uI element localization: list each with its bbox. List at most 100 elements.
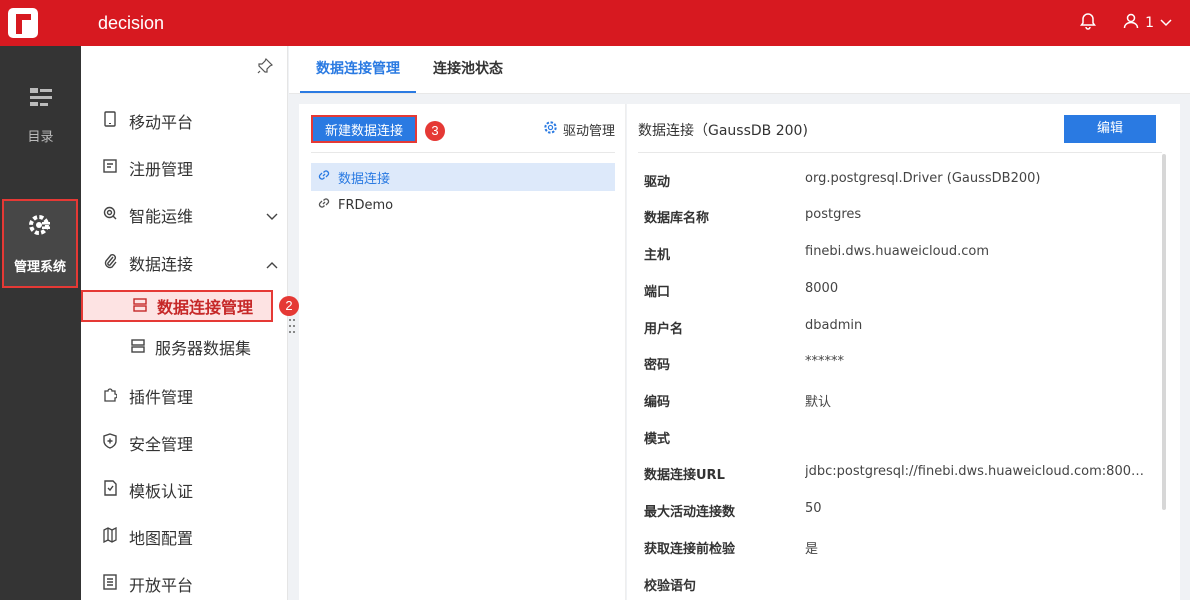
- shield-icon: [103, 433, 117, 453]
- menu-item-label: 安全管理: [129, 435, 194, 454]
- field-key: 用户名: [644, 322, 684, 337]
- menu-item-map-config[interactable]: 地图配置: [103, 522, 278, 552]
- app-title: decision: [98, 12, 165, 33]
- menu-item-label: 地图配置: [129, 529, 194, 548]
- field-row: 用户名 dbadmin: [644, 318, 1154, 338]
- menu-item-label: 插件管理: [129, 388, 194, 407]
- connection-label: 数据连接: [338, 171, 391, 187]
- menu-item-data-connection[interactable]: 数据连接: [103, 248, 278, 278]
- menu-item-register[interactable]: 注册管理: [103, 153, 278, 183]
- tab-data-connection-management[interactable]: 数据连接管理: [300, 46, 416, 93]
- field-value: finebi.dws.huaweicloud.com: [805, 244, 989, 259]
- menu-item-ops[interactable]: 智能运维: [103, 200, 278, 230]
- field-row: 数据连接URL jdbc:postgresql://finebi.dws.huaw…: [644, 464, 1154, 484]
- mobile-icon: [103, 111, 117, 131]
- chevron-down-icon: [1160, 15, 1172, 31]
- menu-item-security[interactable]: 安全管理: [103, 428, 278, 458]
- field-value: dbadmin: [805, 318, 863, 333]
- menu-item-mobile[interactable]: 移动平台: [103, 106, 278, 136]
- field-key: 最大活动连接数: [644, 505, 736, 520]
- rail-manage-label: 管理系统: [13, 260, 66, 275]
- field-value: postgres: [805, 207, 862, 222]
- paperclip-icon: [103, 253, 117, 273]
- field-row: 驱动 org.postgresql.Driver (GaussDB200): [644, 171, 1154, 191]
- field-row: 获取连接前检验 是: [644, 538, 1154, 558]
- bell-icon[interactable]: [1079, 12, 1097, 34]
- field-value: ******: [805, 354, 844, 369]
- user-icon: [1123, 13, 1139, 33]
- user-menu[interactable]: 1: [1123, 13, 1172, 33]
- link-icon: [317, 196, 331, 214]
- field-key: 数据库名称: [644, 211, 710, 226]
- field-row: 校验语句: [644, 575, 1154, 595]
- divider: [311, 152, 615, 153]
- chevron-up-icon: [266, 254, 278, 273]
- field-value: 50: [805, 501, 822, 516]
- edit-button[interactable]: 编辑: [1064, 115, 1156, 143]
- field-row: 数据库名称 postgres: [644, 207, 1154, 227]
- sub-item-label: 数据连接管理: [157, 298, 254, 317]
- field-row: 端口 8000: [644, 281, 1154, 301]
- field-key: 密码: [644, 358, 671, 373]
- field-row: 主机 finebi.dws.huaweicloud.com: [644, 244, 1154, 264]
- field-key: 数据连接URL: [644, 468, 725, 483]
- menu-item-label: 模板认证: [129, 482, 194, 501]
- resize-handle[interactable]: [288, 318, 296, 334]
- field-key: 编码: [644, 395, 671, 410]
- gear-icon: [27, 212, 53, 242]
- field-key: 主机: [644, 248, 671, 263]
- field-key: 端口: [644, 285, 671, 300]
- open-platform-icon: [103, 574, 117, 594]
- menu-item-label: 数据连接: [129, 255, 194, 274]
- connection-item[interactable]: FRDemo: [311, 191, 615, 219]
- field-row: 编码 默认: [644, 391, 1154, 411]
- pin-icon[interactable]: [257, 57, 274, 78]
- puzzle-icon: [103, 386, 118, 406]
- connection-label: FRDemo: [338, 197, 394, 213]
- menu-item-plugins[interactable]: 插件管理: [103, 381, 278, 411]
- rail-catalog-label: 目录: [27, 130, 54, 145]
- tab-pool-status[interactable]: 连接池状态: [433, 46, 503, 93]
- driver-management-link[interactable]: 驱动管理: [543, 120, 615, 139]
- field-row: 密码 ******: [644, 354, 1154, 374]
- menu-item-label: 开放平台: [129, 576, 194, 595]
- sub-item-server-dataset[interactable]: 服务器数据集: [131, 332, 251, 362]
- field-row: 模式: [644, 428, 1154, 448]
- map-icon: [103, 526, 117, 547]
- field-value: 8000: [805, 281, 839, 296]
- connection-list-panel: 新建数据连接 驱动管理 数据连接 FRDemo: [299, 104, 626, 600]
- menu-item-template-cert[interactable]: 模板认证: [103, 475, 278, 505]
- dataset-icon: [131, 338, 145, 357]
- sub-item-label: 服务器数据集: [155, 339, 252, 358]
- logo-icon: [8, 8, 38, 38]
- ops-icon: [103, 205, 117, 225]
- top-bar: decision 1: [0, 0, 1190, 46]
- menu-item-label: 智能运维: [129, 207, 194, 226]
- rail-item-manage[interactable]: 管理系统: [2, 199, 78, 288]
- step-marker-2: 2: [279, 296, 299, 316]
- field-value: 是: [805, 542, 819, 557]
- detail-title: 数据连接（GaussDB 200): [638, 123, 808, 139]
- menu-item-open-platform[interactable]: 开放平台: [103, 569, 278, 599]
- catalog-icon: [29, 88, 53, 112]
- field-row: 最大活动连接数 50: [644, 501, 1154, 521]
- tab-bar: 数据连接管理 连接池状态: [289, 46, 1190, 94]
- rail-item-catalog[interactable]: 目录: [0, 86, 81, 145]
- menu-item-label: 移动平台: [129, 113, 194, 132]
- field-key: 校验语句: [644, 579, 697, 594]
- field-key: 模式: [644, 432, 671, 447]
- field-value: org.postgresql.Driver (GaussDB200): [805, 171, 1041, 186]
- scrollbar[interactable]: [1162, 154, 1166, 510]
- certificate-icon: [103, 480, 117, 500]
- sub-item-data-connection-management[interactable]: 数据连接管理: [81, 290, 273, 322]
- logo[interactable]: [0, 0, 46, 46]
- field-value: 默认: [805, 395, 832, 410]
- database-icon: [133, 297, 147, 316]
- chevron-down-icon: [266, 206, 278, 225]
- register-icon: [103, 158, 117, 178]
- new-connection-button[interactable]: 新建数据连接: [311, 115, 417, 143]
- connection-item[interactable]: 数据连接: [311, 163, 615, 191]
- primary-rail: 目录 管理系统: [0, 46, 81, 600]
- field-key: 获取连接前检验: [644, 542, 736, 557]
- gear-icon: [543, 120, 558, 139]
